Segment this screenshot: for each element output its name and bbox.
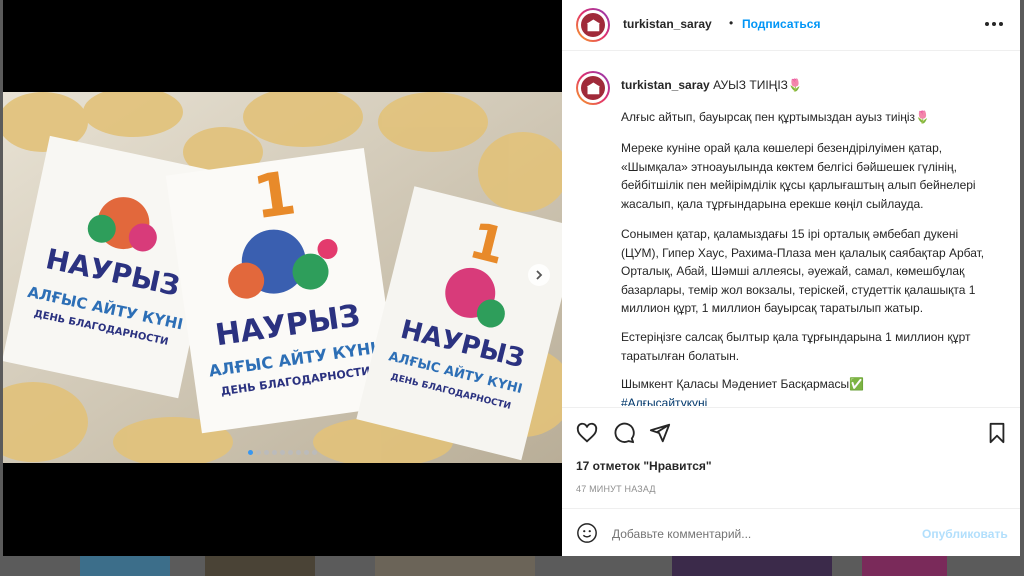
caption-line: Мереке куніне орай қала көшелері безенді… [621, 141, 943, 155]
caption-line: Естеріңізге салсақ былтыр қала тұрғындар… [621, 330, 971, 344]
post-photo: НАУРЫЗ АЛҒЫС АЙТУ КҮНІ ДЕНЬ БЛАГОДАРНОСТ… [3, 92, 562, 463]
carousel-indicator [3, 442, 562, 460]
caption-title: АУЫЗ ТИІҢІЗ🌷 [713, 78, 803, 92]
media-viewer: НАУРЫЗ АЛҒЫС АЙТУ КҮНІ ДЕНЬ БЛАГОДАРНОСТ… [3, 0, 562, 556]
carousel-dot [288, 450, 293, 455]
carousel-dot [280, 450, 285, 455]
caption-line: Сонымен қатар, қаламыздағы 15 ірі орталы… [621, 227, 959, 241]
next-arrow-icon[interactable] [528, 264, 550, 286]
post-details-panel: turkistan_saray • Подписаться turkistan_… [562, 0, 1020, 556]
caption-line: Орталық, Абай, Шәмші аллеясы, әуежай, са… [621, 264, 965, 278]
bookmark-icon[interactable] [987, 422, 1007, 449]
more-icon[interactable] [982, 14, 1006, 34]
separator-dot: • [729, 16, 734, 30]
carousel-dot [264, 450, 269, 455]
caption-username[interactable]: turkistan_saray [621, 78, 710, 92]
carousel-dot [296, 450, 301, 455]
post-modal: НАУРЫЗ АЛҒЫС АЙТУ КҮНІ ДЕНЬ БЛАГОДАРНОСТ… [3, 0, 1020, 556]
caption-area: turkistan_saray АУЫЗ ТИІҢІЗ🌷 Алғыс айтып… [562, 51, 1020, 406]
comment-bar: Опубликовать [562, 508, 1020, 557]
caption-line: миллион құрт, 1 миллион бауырсақ таратыл… [621, 301, 924, 315]
action-bar: 17 отметок "Нравится" 47 МИНУТ НАЗАД [562, 407, 1020, 508]
comment-icon[interactable] [613, 422, 635, 449]
carousel-dot [304, 450, 309, 455]
carousel-dot [248, 450, 253, 455]
caption-line: Алғыс айтып, бауырсақ пен құртымыздан ау… [621, 110, 930, 124]
heart-icon[interactable] [576, 422, 598, 449]
comment-input[interactable] [610, 522, 904, 546]
caption-line: Шымкент Қаласы Мәдениет Басқармасы✅ [621, 377, 865, 391]
caption-line: базарлары, темір жол вокзалы, терiскей, … [621, 282, 976, 297]
caption-avatar[interactable] [576, 71, 610, 105]
caption-line: «Шымқала» этноауылында көктем белгісі бә… [621, 159, 957, 174]
hashtag-link[interactable]: #Алғысайтукүні [621, 394, 1001, 407]
carousel-dot [272, 450, 277, 455]
caption-line: жасалып, қала тұрғындарына ерекше көңіл … [621, 196, 924, 211]
post-header: turkistan_saray • Подписаться [562, 0, 1020, 51]
carousel-dot [312, 450, 317, 455]
caption-line: (ЦУМ), Гипер Хаус, Рахима-Плаза мен қала… [621, 245, 985, 260]
likes-count[interactable]: 17 отметок "Нравится" [576, 459, 712, 473]
emoji-icon[interactable] [576, 522, 598, 549]
username-link[interactable]: turkistan_saray [623, 17, 712, 31]
photo-illustration: НАУРЫЗ АЛҒЫС АЙТУ КҮНІ ДЕНЬ БЛАГОДАРНОСТ… [3, 92, 562, 463]
caption-line: бейбітшілік пен мейірімділік құсы қарлығ… [621, 178, 976, 192]
caption-heading: turkistan_saray АУЫЗ ТИІҢІЗ🌷 [621, 76, 1001, 95]
share-icon[interactable] [649, 422, 671, 449]
post-timestamp[interactable]: 47 МИНУТ НАЗАД [576, 484, 656, 494]
publish-button[interactable]: Опубликовать [922, 527, 1008, 541]
avatar[interactable] [576, 8, 610, 42]
caption-line: таратылған болатын. [621, 348, 740, 363]
follow-button[interactable]: Подписаться [742, 17, 820, 31]
carousel-dot [256, 450, 261, 455]
